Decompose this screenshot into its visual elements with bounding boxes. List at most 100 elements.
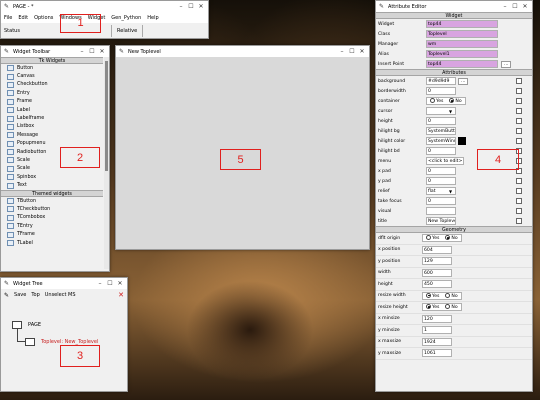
tree-save-button[interactable]: Save <box>14 292 26 298</box>
attr-checkbox[interactable] <box>516 218 522 224</box>
dflt-origin-no-radio[interactable]: No <box>445 235 458 241</box>
dflt-origin-yes-radio[interactable]: Yes <box>426 235 439 241</box>
close-icon[interactable]: ✕ <box>196 3 206 10</box>
menu-file[interactable]: File <box>4 15 12 21</box>
attr-checkbox[interactable] <box>516 118 522 124</box>
tree-top-button[interactable]: Top <box>31 292 39 298</box>
geom-value[interactable]: 450 <box>422 280 452 289</box>
color-picker-button[interactable]: ... <box>458 77 469 85</box>
minimize-icon[interactable]: – <box>95 280 105 287</box>
widget-tool-canvas[interactable]: Canvas <box>1 72 109 80</box>
relative-button[interactable]: Relative <box>111 24 144 37</box>
attr-checkbox[interactable] <box>516 188 522 194</box>
close-icon[interactable]: ✕ <box>115 280 125 287</box>
widget-tool-tframe[interactable]: TFrame <box>1 230 109 238</box>
attr-checkbox[interactable] <box>516 138 522 144</box>
close-icon[interactable]: ✕ <box>520 3 530 10</box>
close-icon[interactable]: ✕ <box>97 48 107 55</box>
widget-tool-tentry[interactable]: TEntry <box>1 222 109 230</box>
widget-tool-listbox[interactable]: Listbox <box>1 123 109 131</box>
container-no-radio[interactable]: No <box>449 98 462 104</box>
ellipsis-button[interactable]: ... <box>501 60 512 68</box>
widget-tool-text[interactable]: Text <box>1 181 109 189</box>
minimize-icon[interactable]: – <box>176 3 186 10</box>
geom-value[interactable]: 600 <box>422 268 452 277</box>
tree-titlebar[interactable]: ✎ Widget Tree – ☐ ✕ <box>1 278 127 289</box>
widget-tool-message[interactable]: Message <box>1 131 109 139</box>
widget-row-value[interactable]: top44 <box>426 60 498 68</box>
widget-tool-spinbox[interactable]: Spinbox <box>1 173 109 181</box>
geom-value[interactable]: 129 <box>422 257 452 266</box>
menu-help[interactable]: Help <box>147 15 158 21</box>
widget-row-value[interactable]: top44 <box>426 20 498 28</box>
resize-height-yes-radio[interactable]: Yes <box>426 304 439 310</box>
geom-value[interactable]: 120 <box>422 314 452 323</box>
attr-value[interactable]: #d9d9d9 <box>426 77 456 85</box>
widget-tool-labelframe[interactable]: Labelframe <box>1 114 109 122</box>
attr-checkbox[interactable] <box>516 128 522 134</box>
widget-tool-button[interactable]: Button <box>1 64 109 72</box>
attr-value[interactable]: 0 <box>426 117 456 125</box>
dropdown-arrow-icon[interactable]: ▼ <box>449 109 452 114</box>
widget-row-value[interactable]: Toplevel1 <box>426 50 498 58</box>
maximize-icon[interactable]: ☐ <box>87 48 97 55</box>
attr-value[interactable]: 0 <box>426 147 456 155</box>
minimize-icon[interactable]: – <box>77 48 87 55</box>
tree-close-icon[interactable]: ✕ <box>118 291 124 299</box>
attr-value[interactable]: 0 <box>426 167 456 175</box>
dropdown-arrow-icon[interactable]: ▼ <box>449 189 452 194</box>
menu-options[interactable]: Options <box>34 15 53 21</box>
attr-value[interactable] <box>426 207 456 215</box>
attr-value[interactable]: SystemWindo <box>426 137 456 145</box>
menu-gen-python[interactable]: Gen_Python <box>111 15 141 21</box>
maximize-icon[interactable]: ☐ <box>105 280 115 287</box>
maximize-icon[interactable]: ☐ <box>510 3 520 10</box>
widget-tool-tcombobox[interactable]: TCombobox <box>1 214 109 222</box>
resize-height-no-radio[interactable]: No <box>445 304 458 310</box>
attr-value[interactable]: New Toplevel <box>426 217 456 225</box>
widget-tree-window[interactable]: ✎ Widget Tree – ☐ ✕ ✎ Save Top Unselect MS… <box>0 277 128 392</box>
geom-value[interactable]: 1061 <box>422 349 452 358</box>
menu-edit[interactable]: Edit <box>18 15 28 21</box>
widget-tool-label[interactable]: Label <box>1 106 109 114</box>
attr-value[interactable]: 0 <box>426 87 456 95</box>
minimize-icon[interactable]: – <box>337 48 347 55</box>
wrench-icon[interactable]: ✎ <box>4 292 9 299</box>
page-titlebar[interactable]: ✎ PAGE - * – ☐ ✕ <box>1 1 208 12</box>
minimize-icon[interactable]: – <box>500 3 510 10</box>
widget-row-value[interactable]: wm <box>426 40 498 48</box>
resize-width-no-radio[interactable]: No <box>445 292 458 299</box>
widget-tool-tcheckbutton[interactable]: TCheckbutton <box>1 205 109 213</box>
color-swatch[interactable] <box>458 137 466 145</box>
geom-value[interactable]: 604 <box>422 245 452 254</box>
widget-tool-checkbutton[interactable]: Checkbutton <box>1 81 109 89</box>
scrollbar-thumb[interactable] <box>105 61 108 171</box>
widget-tool-tbutton[interactable]: TButton <box>1 197 109 205</box>
maximize-icon[interactable]: ☐ <box>347 48 357 55</box>
maximize-icon[interactable]: ☐ <box>186 3 196 10</box>
toolbar-scrollbar[interactable] <box>104 57 109 269</box>
widget-tool-entry[interactable]: Entry <box>1 89 109 97</box>
attr-titlebar[interactable]: ✎ Attribute Editor – ☐ ✕ <box>376 1 532 12</box>
attribute-editor-window[interactable]: ✎ Attribute Editor – ☐ ✕ Widget Widget top4… <box>375 0 533 392</box>
attr-value[interactable]: 0 <box>426 197 456 205</box>
attr-checkbox[interactable] <box>516 208 522 214</box>
toolbar-titlebar[interactable]: ✎ Widget Toolbar – ☐ ✕ <box>1 46 109 57</box>
close-icon[interactable]: ✕ <box>357 48 367 55</box>
attr-checkbox[interactable] <box>516 198 522 204</box>
attr-checkbox[interactable] <box>516 98 522 104</box>
attr-value[interactable]: <click to edit> <box>426 157 464 165</box>
attr-checkbox[interactable] <box>516 78 522 84</box>
container-yes-radio[interactable]: Yes <box>430 98 443 104</box>
attr-value[interactable]: SystemButto <box>426 127 456 135</box>
geom-value[interactable]: 1 <box>422 326 452 335</box>
widget-tool-frame[interactable]: Frame <box>1 98 109 106</box>
widget-tool-tlabel[interactable]: TLabel <box>1 239 109 247</box>
toplevel-titlebar[interactable]: ✎ New Toplevel – ☐ ✕ <box>116 46 369 57</box>
attr-checkbox[interactable] <box>516 108 522 114</box>
tree-root-node[interactable]: PAGE <box>28 322 41 328</box>
new-toplevel-window[interactable]: ✎ New Toplevel – ☐ ✕ <box>115 45 370 250</box>
resize-width-yes-radio[interactable]: Yes <box>426 292 439 299</box>
attr-value[interactable]: 0 <box>426 177 456 185</box>
geom-value[interactable]: 1924 <box>422 337 452 346</box>
